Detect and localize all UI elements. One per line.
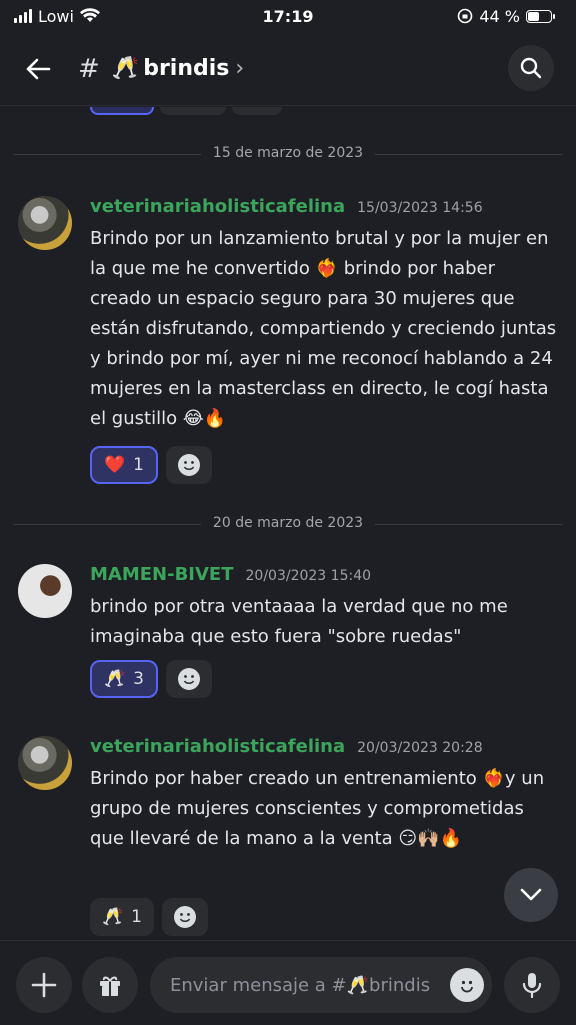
date-divider-label: 20 de marzo de 2023 <box>200 515 376 531</box>
message-author[interactable]: veterinariaholisticafelina 15/03/2023 14:… <box>90 196 483 217</box>
jump-to-present-button[interactable] <box>504 868 558 922</box>
message-text: brindo por otra ventaaaa la verdad que n… <box>90 596 508 647</box>
date-divider: 20 de marzo de 2023 <box>14 515 562 531</box>
reaction-heart[interactable]: ❤️ 1 <box>90 446 158 484</box>
message-author[interactable]: veterinariaholisticafelina 20/03/2023 20:… <box>90 736 483 757</box>
search-button[interactable] <box>508 45 554 91</box>
back-arrow-icon <box>26 58 51 79</box>
message-author[interactable]: MAMEN-BIVET 20/03/2023 15:40 <box>90 564 371 585</box>
add-reaction-icon <box>178 668 200 690</box>
message-input[interactable]: Enviar mensaje a #🥂brindis <box>150 957 492 1013</box>
plus-icon <box>31 972 57 998</box>
attach-button[interactable] <box>16 957 72 1013</box>
voice-message-button[interactable] <box>504 957 560 1013</box>
reaction-clinking-glasses[interactable]: 🥂 3 <box>90 660 158 698</box>
microphone-icon <box>522 973 542 999</box>
reaction-count: 1 <box>131 907 142 927</box>
emoji-picker-button[interactable] <box>450 968 484 1002</box>
message-timestamp: 20/03/2023 20:28 <box>357 740 483 756</box>
author-name[interactable]: veterinariaholisticafelina <box>90 736 345 757</box>
add-reaction-button[interactable] <box>166 660 212 698</box>
chevron-right-icon[interactable]: › <box>235 56 244 81</box>
search-icon <box>520 57 542 79</box>
wifi-icon <box>79 8 100 22</box>
message-input-placeholder: Enviar mensaje a #🥂brindis <box>170 974 431 996</box>
gift-icon <box>100 976 120 996</box>
carrier-label: Lowi <box>38 6 74 26</box>
add-reaction-button[interactable] <box>166 446 212 484</box>
emoji-icon <box>461 980 473 993</box>
channel-header: # 🥂 brindis › <box>0 32 576 106</box>
reaction-bar: 🥂 1 <box>90 898 208 936</box>
date-divider-label: 15 de marzo de 2023 <box>200 145 376 161</box>
composer-bar: Enviar mensaje a #🥂brindis <box>0 940 576 1025</box>
add-reaction-icon <box>178 454 200 476</box>
chevron-down-icon <box>520 888 542 901</box>
message-timestamp: 15/03/2023 14:56 <box>357 200 483 216</box>
message-text: Brindo por un lanzamiento brutal y por l… <box>90 228 557 429</box>
status-bar: Lowi 17:19 44 % <box>0 0 576 32</box>
message-feed[interactable]: 15 de marzo de 2023 veterinariaholistica… <box>0 107 576 940</box>
message-timestamp: 20/03/2023 15:40 <box>245 568 372 584</box>
add-reaction-button[interactable] <box>162 898 208 936</box>
reaction-count: 1 <box>133 455 144 475</box>
channel-hash: # <box>78 53 100 84</box>
reaction-emoji: 🥂 <box>102 907 124 927</box>
reaction-emoji: 🥂 <box>104 669 126 689</box>
avatar[interactable] <box>18 736 72 790</box>
reaction-emoji: ❤️ <box>104 455 126 475</box>
author-name[interactable]: veterinariaholisticafelina <box>90 196 345 217</box>
previous-reactions <box>90 107 282 115</box>
author-name[interactable]: MAMEN-BIVET <box>90 564 234 585</box>
gift-button[interactable] <box>82 957 138 1013</box>
add-reaction-icon <box>174 906 196 928</box>
orientation-lock-icon <box>458 8 473 24</box>
channel-name[interactable]: brindis <box>143 56 229 81</box>
battery-percent: 44 % <box>479 6 520 26</box>
back-button[interactable] <box>18 49 58 89</box>
avatar[interactable] <box>18 564 72 618</box>
message-text: Brindo por haber creado un entrenamiento… <box>90 768 545 849</box>
channel-emoji: 🥂 <box>111 56 140 81</box>
reaction-bar: ❤️ 1 <box>90 446 212 484</box>
date-divider: 15 de marzo de 2023 <box>14 145 562 161</box>
signal-icon <box>14 9 32 23</box>
reaction-count: 3 <box>133 669 144 689</box>
battery-icon <box>526 9 555 23</box>
avatar[interactable] <box>18 196 72 250</box>
reaction-clinking-glasses[interactable]: 🥂 1 <box>90 898 154 936</box>
reaction-bar: 🥂 3 <box>90 660 212 698</box>
